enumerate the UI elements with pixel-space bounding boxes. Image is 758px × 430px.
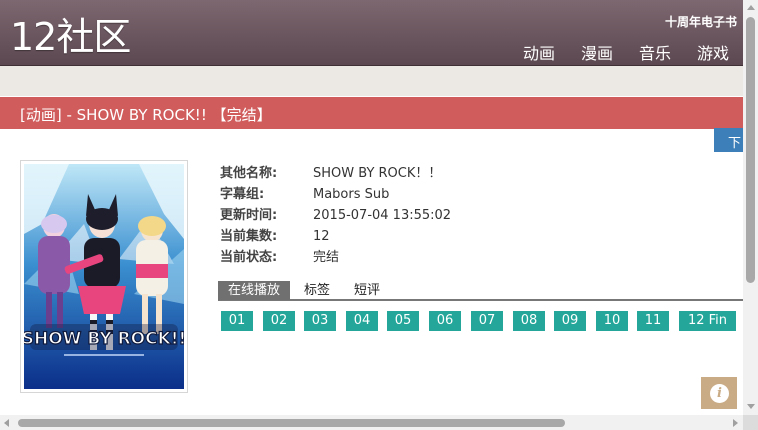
info-value: SHOW BY ROCK！！ [313, 166, 442, 181]
episode-button[interactable]: 11 [637, 311, 669, 331]
tab-short-reviews[interactable]: 短评 [354, 281, 380, 300]
sub-bar [0, 66, 743, 96]
info-button[interactable]: i [701, 377, 737, 409]
site-logo[interactable]: 12社区 [10, 12, 131, 62]
nav-item-games[interactable]: 游戏 [697, 40, 729, 64]
episode-button[interactable]: 09 [554, 311, 586, 331]
site-header: 12社区 十周年电子书 动画 漫画 音乐 游戏 [0, 0, 743, 66]
nav-item-music[interactable]: 音乐 [639, 40, 671, 64]
info-row-sub-group: 字幕组: Mabors Sub [220, 184, 451, 205]
info-label: 字幕组: [220, 187, 265, 202]
vertical-scroll-thumb[interactable] [746, 17, 755, 283]
nav-item-manga[interactable]: 漫画 [581, 40, 613, 64]
info-label: 其他名称: [220, 166, 278, 181]
episode-button[interactable]: 05 [387, 311, 419, 331]
cover-logo-text: SHOW BY ROCK!! [24, 329, 184, 349]
info-value: 完结 [313, 250, 340, 265]
info-list: 其他名称: SHOW BY ROCK！！ 字幕组: Mabors Sub 更新时间:… [220, 163, 451, 268]
horizontal-scrollbar[interactable] [0, 415, 743, 430]
info-label: 当前集数: [220, 229, 278, 244]
vertical-scrollbar[interactable] [743, 0, 758, 415]
episode-button[interactable]: 04 [346, 311, 378, 331]
episode-button[interactable]: 01 [221, 311, 253, 331]
cover-image: SHOW BY ROCK!! [20, 160, 188, 393]
tab-bar: 在线播放 标签 短评 [218, 281, 743, 301]
episode-button[interactable]: 02 [263, 311, 295, 331]
nav-item-anime[interactable]: 动画 [523, 40, 555, 64]
main-nav: 动画 漫画 音乐 游戏 [523, 40, 729, 64]
scroll-up-arrow-icon[interactable] [747, 5, 755, 10]
scroll-right-arrow-icon[interactable] [733, 419, 738, 427]
download-tab[interactable]: 下 [714, 128, 743, 152]
title-bar: [动画] - SHOW BY ROCK!! 【完结】 [0, 97, 743, 129]
scrollbar-corner [743, 415, 758, 430]
episode-button[interactable]: 06 [429, 311, 461, 331]
cover-art: SHOW BY ROCK!! [24, 164, 184, 389]
info-value: Mabors Sub [313, 187, 390, 202]
page-viewport: 12社区 十周年电子书 动画 漫画 音乐 游戏 [动画] - SHOW BY R… [0, 0, 743, 415]
info-value: 2015-07-04 13:55:02 [313, 208, 452, 223]
scroll-down-arrow-icon[interactable] [747, 404, 755, 409]
episode-button[interactable]: 03 [304, 311, 336, 331]
tab-tags[interactable]: 标签 [304, 281, 330, 300]
scroll-left-arrow-icon[interactable] [4, 419, 9, 427]
info-row-alt-name: 其他名称: SHOW BY ROCK！！ [220, 163, 451, 184]
info-row-update-time: 更新时间: 2015-07-04 13:55:02 [220, 205, 451, 226]
info-row-episode-count: 当前集数: 12 [220, 226, 451, 247]
page-title: [动画] - SHOW BY ROCK!! 【完结】 [20, 106, 272, 124]
info-label: 当前状态: [220, 250, 278, 265]
info-icon: i [710, 384, 729, 403]
info-value: 12 [313, 229, 330, 244]
episode-button[interactable]: 10 [596, 311, 628, 331]
info-row-status: 当前状态: 完结 [220, 247, 451, 268]
info-label: 更新时间: [220, 208, 278, 223]
episode-button-final[interactable]: 12 Fin [679, 311, 736, 331]
ebook-link[interactable]: 十周年电子书 [665, 13, 737, 30]
horizontal-scroll-thumb[interactable] [18, 419, 565, 427]
episode-button[interactable]: 08 [513, 311, 545, 331]
episode-button[interactable]: 07 [471, 311, 503, 331]
tab-online-play[interactable]: 在线播放 [218, 281, 291, 300]
